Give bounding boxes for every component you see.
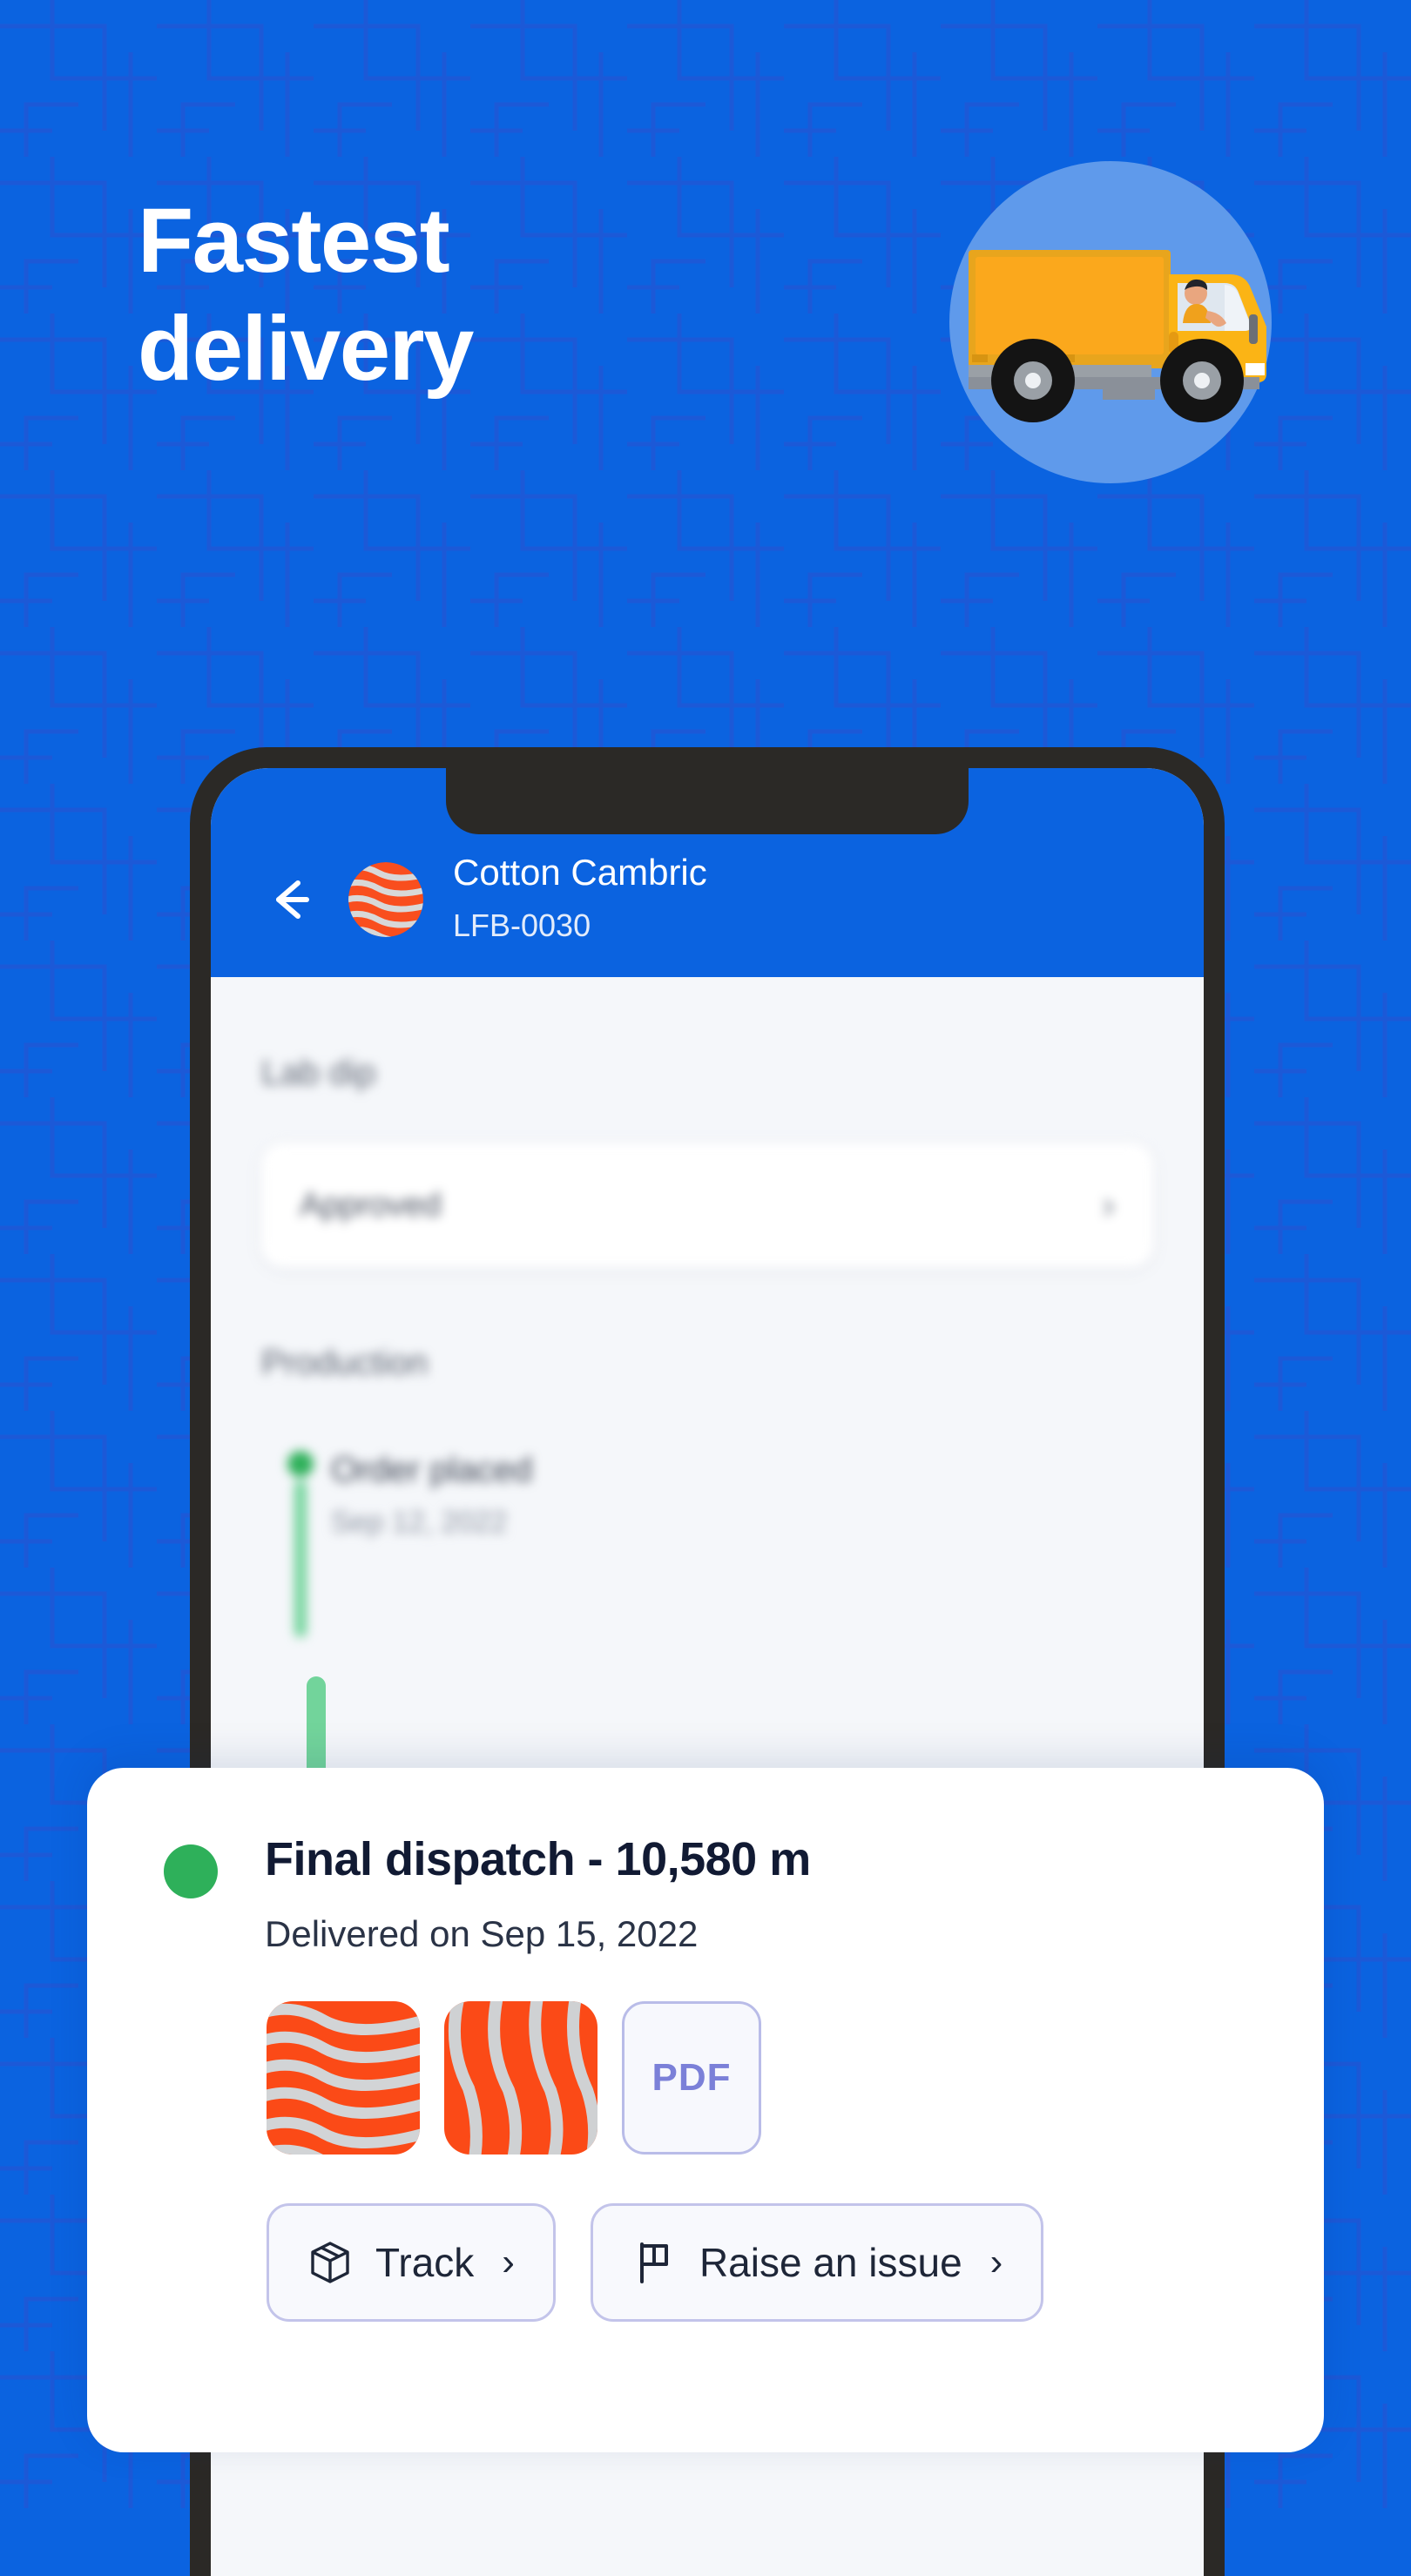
dispatch-title: Final dispatch - 10,580 m [265, 1833, 811, 1885]
timeline-connector-line [294, 1480, 307, 1637]
pdf-label: PDF [651, 2056, 732, 2100]
package-box-icon [307, 2240, 353, 2285]
timeline-text: Order placed Sep 12, 2022 [331, 1451, 532, 1637]
timeline-dot [287, 1451, 314, 1477]
flag-icon [631, 2240, 677, 2285]
raise-issue-button-label: Raise an issue [699, 2240, 962, 2286]
timeline-gutter [270, 1451, 331, 1637]
lab-dip-value: Approved [300, 1186, 442, 1224]
dispatch-text-block: Final dispatch - 10,580 m Delivered on S… [265, 1832, 811, 1956]
dispatch-header: Final dispatch - 10,580 m Delivered on S… [164, 1832, 1247, 1956]
track-button[interactable]: Track › [267, 2203, 556, 2323]
chevron-right-icon: › [502, 2241, 515, 2284]
section-label-production: Production [261, 1344, 429, 1382]
delivery-truck-icon [949, 161, 1272, 483]
chevron-right-icon: › [1102, 1183, 1115, 1226]
fabric-swatch-avatar [348, 862, 423, 937]
attachment-list: PDF [267, 2001, 1247, 2155]
timeline-event-title: Order placed [331, 1451, 533, 1489]
timeline-event-date: Sep 12, 2022 [331, 1506, 508, 1539]
timeline-dot-active [164, 1844, 218, 1898]
section-label-lab-dip: Lab dip [261, 1054, 376, 1092]
header-text-block: Cotton Cambric LFB-0030 [453, 850, 707, 944]
track-button-label: Track [375, 2240, 475, 2286]
timeline-item-order-placed: Order placed Sep 12, 2022 [261, 1451, 1153, 1637]
app-content: Lab dip Approved › Production Order plac… [211, 977, 1204, 1637]
dispatch-subtitle: Delivered on Sep 15, 2022 [265, 1913, 699, 1955]
back-arrow-icon[interactable] [261, 871, 319, 928]
phone-notch [446, 768, 969, 834]
hero-headline: Fastest delivery [138, 190, 474, 400]
fabric-swatch-thumbnail-2[interactable] [444, 2001, 597, 2155]
dispatch-detail-card: Final dispatch - 10,580 m Delivered on S… [87, 1768, 1324, 2452]
page-subtitle: LFB-0030 [453, 907, 591, 943]
action-button-row: Track › Raise an issue › [267, 2203, 1247, 2323]
pdf-attachment[interactable]: PDF [622, 2001, 761, 2155]
fabric-swatch-thumbnail-1[interactable] [267, 2001, 420, 2155]
page-title: Cotton Cambric [453, 852, 707, 894]
chevron-right-icon: › [989, 2241, 1003, 2284]
lab-dip-status-card[interactable]: Approved › [261, 1143, 1153, 1267]
raise-issue-button[interactable]: Raise an issue › [590, 2203, 1044, 2323]
